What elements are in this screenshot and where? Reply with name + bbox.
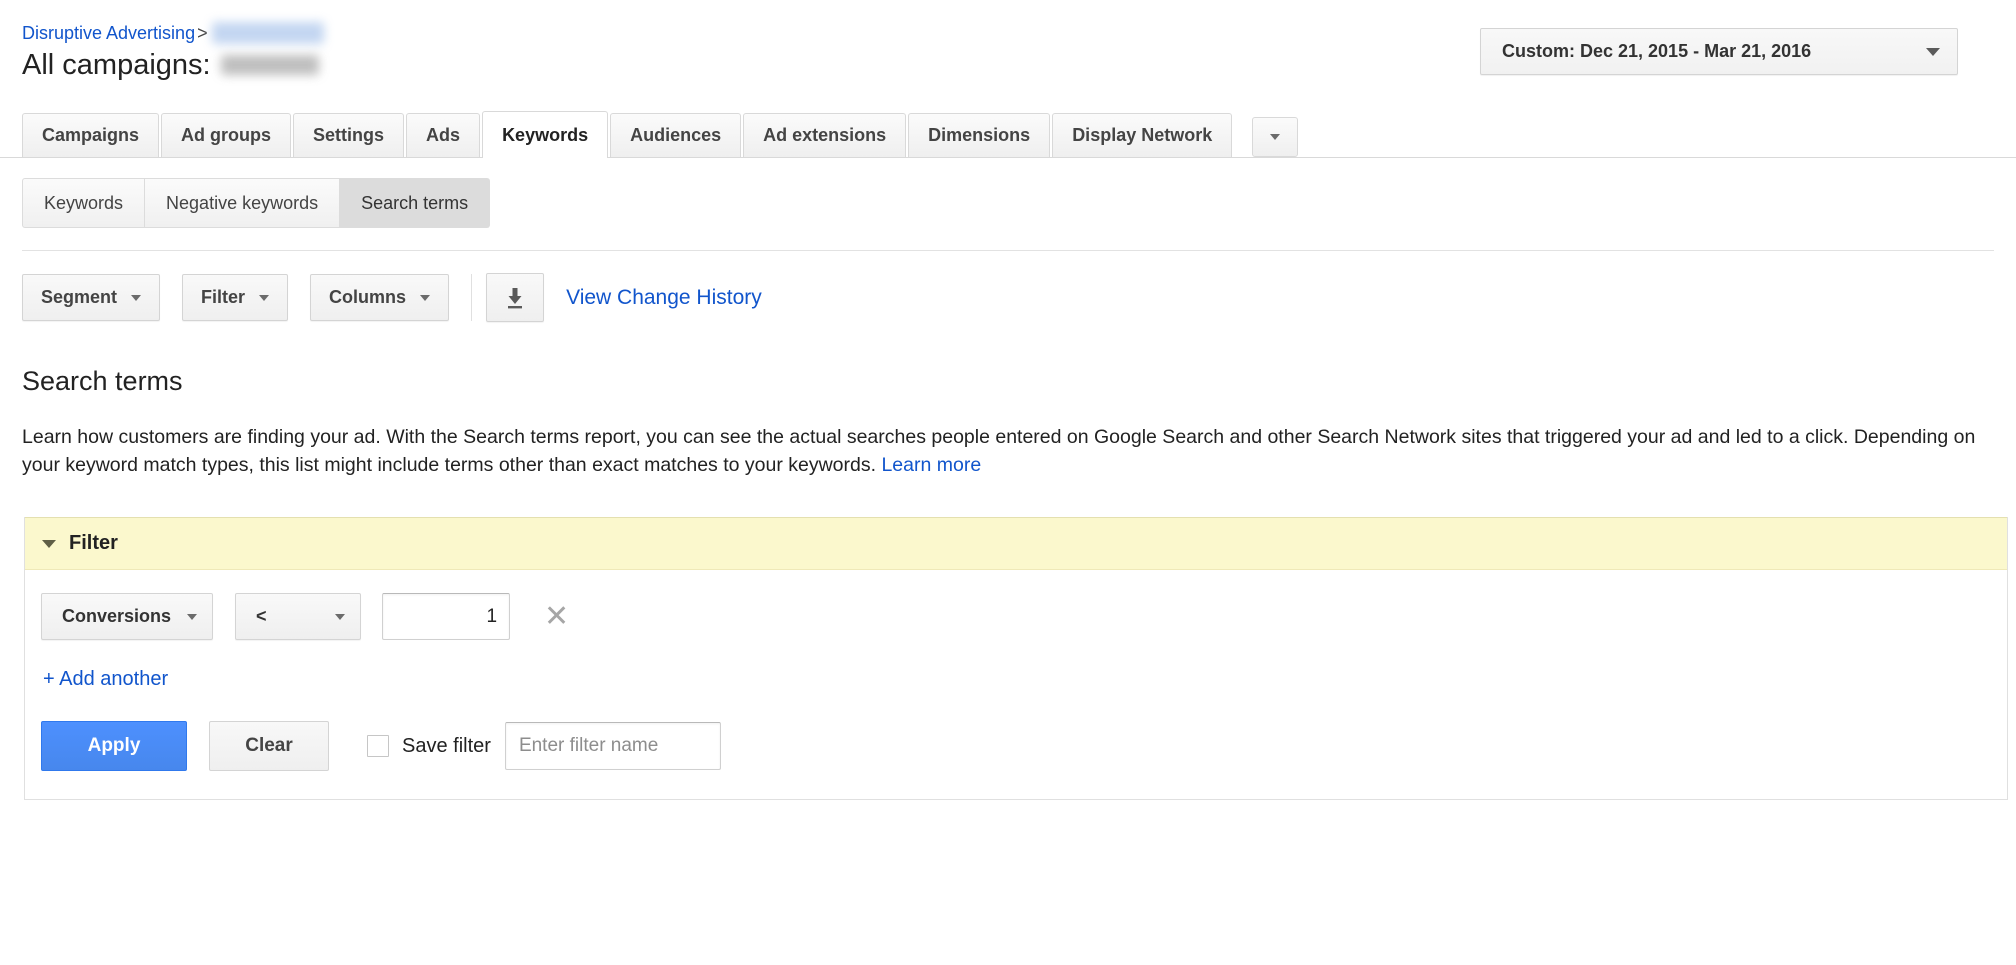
main-tab-bar: Campaigns Ad groups Settings Ads Keyword… — [0, 112, 2016, 158]
tab-campaigns[interactable]: Campaigns — [22, 113, 159, 157]
tab-ad-extensions[interactable]: Ad extensions — [743, 113, 906, 157]
report-toolbar: Segment Filter Columns View Change Histo… — [0, 273, 2016, 322]
clear-label: Clear — [245, 735, 293, 757]
chevron-down-icon — [1926, 48, 1940, 56]
search-terms-section: Search terms Learn how customers are fin… — [0, 366, 2016, 479]
page-title: All campaigns: — [22, 47, 211, 83]
tab-label: Campaigns — [42, 125, 139, 146]
tab-label: Dimensions — [928, 125, 1030, 146]
filter-row: Conversions < ✕ — [41, 593, 2007, 640]
subtab-label: Keywords — [44, 193, 123, 214]
breadcrumb-account-link[interactable]: Disruptive Advertising — [22, 23, 195, 43]
tab-ad-groups[interactable]: Ad groups — [161, 113, 291, 157]
filter-operator-select[interactable]: < — [235, 593, 361, 640]
tab-ads[interactable]: Ads — [406, 113, 480, 157]
remove-filter-row-icon[interactable]: ✕ — [544, 602, 569, 632]
subtab-keywords[interactable]: Keywords — [22, 178, 145, 228]
redacted-account-name — [221, 55, 319, 75]
triangle-down-icon — [42, 540, 56, 548]
section-title: Search terms — [22, 366, 1994, 397]
section-description: Learn how customers are finding your ad.… — [22, 423, 1994, 479]
columns-button[interactable]: Columns — [310, 274, 449, 321]
view-change-history-link[interactable]: View Change History — [566, 286, 762, 310]
chevron-down-icon — [131, 295, 141, 301]
filter-button[interactable]: Filter — [182, 274, 288, 321]
subtab-label: Negative keywords — [166, 193, 318, 214]
date-range-label: Custom: Dec 21, 2015 - Mar 21, 2016 — [1502, 41, 1811, 62]
date-range-selector[interactable]: Custom: Dec 21, 2015 - Mar 21, 2016 — [1480, 28, 1958, 75]
tab-label: Display Network — [1072, 125, 1212, 146]
tab-audiences[interactable]: Audiences — [610, 113, 741, 157]
filter-name-input[interactable] — [505, 722, 721, 770]
filter-operator-value: < — [256, 606, 267, 627]
tab-label: Keywords — [502, 125, 588, 146]
apply-button[interactable]: Apply — [41, 721, 187, 771]
subtab-negative-keywords[interactable]: Negative keywords — [145, 178, 340, 228]
clear-button[interactable]: Clear — [209, 721, 329, 771]
save-filter-label: Save filter — [402, 735, 491, 758]
filter-panel-title: Filter — [69, 532, 118, 555]
breadcrumb-separator: > — [197, 23, 208, 43]
tab-keywords[interactable]: Keywords — [482, 111, 608, 158]
filter-value-input[interactable] — [382, 593, 510, 640]
add-another-filter-link[interactable]: + Add another — [43, 668, 168, 691]
learn-more-link[interactable]: Learn more — [881, 454, 981, 476]
chevron-down-icon — [259, 295, 269, 301]
section-description-text: Learn how customers are finding your ad.… — [22, 426, 1975, 476]
filter-actions: Apply Clear Save filter — [41, 721, 2007, 771]
filter-panel-body: Conversions < ✕ + Add another Apply Clea… — [25, 570, 2007, 799]
download-button[interactable] — [486, 273, 544, 322]
page-header: Disruptive Advertising> All campaigns: C… — [0, 0, 2016, 112]
segment-label: Segment — [41, 287, 117, 308]
toolbar-separator — [471, 274, 472, 321]
tab-display-network[interactable]: Display Network — [1052, 113, 1232, 157]
redacted-campaign-name — [212, 22, 324, 44]
chevron-down-icon — [335, 614, 345, 620]
save-filter-checkbox[interactable] — [367, 735, 389, 757]
tab-label: Ad extensions — [763, 125, 886, 146]
tab-label: Ads — [426, 125, 460, 146]
toolbar-divider — [22, 250, 1994, 251]
tab-label: Ad groups — [181, 125, 271, 146]
chevron-down-icon — [420, 295, 430, 301]
segment-button[interactable]: Segment — [22, 274, 160, 321]
tab-settings[interactable]: Settings — [293, 113, 404, 157]
tab-label: Audiences — [630, 125, 721, 146]
subtab-label: Search terms — [361, 193, 468, 214]
apply-label: Apply — [88, 735, 141, 757]
tab-dimensions[interactable]: Dimensions — [908, 113, 1050, 157]
chevron-down-icon — [187, 614, 197, 620]
filter-field-value: Conversions — [62, 606, 171, 627]
filter-label: Filter — [201, 287, 245, 308]
tab-overflow-button[interactable] — [1252, 117, 1298, 157]
chevron-down-icon — [1270, 134, 1280, 140]
columns-label: Columns — [329, 287, 406, 308]
sub-tab-bar: Keywords Negative keywords Search terms — [0, 178, 2016, 228]
filter-panel: Filter Conversions < ✕ + Add another App… — [24, 517, 2008, 800]
download-icon — [504, 286, 526, 310]
filter-field-select[interactable]: Conversions — [41, 593, 213, 640]
filter-panel-header[interactable]: Filter — [25, 517, 2007, 570]
tab-label: Settings — [313, 125, 384, 146]
subtab-search-terms[interactable]: Search terms — [340, 178, 490, 228]
